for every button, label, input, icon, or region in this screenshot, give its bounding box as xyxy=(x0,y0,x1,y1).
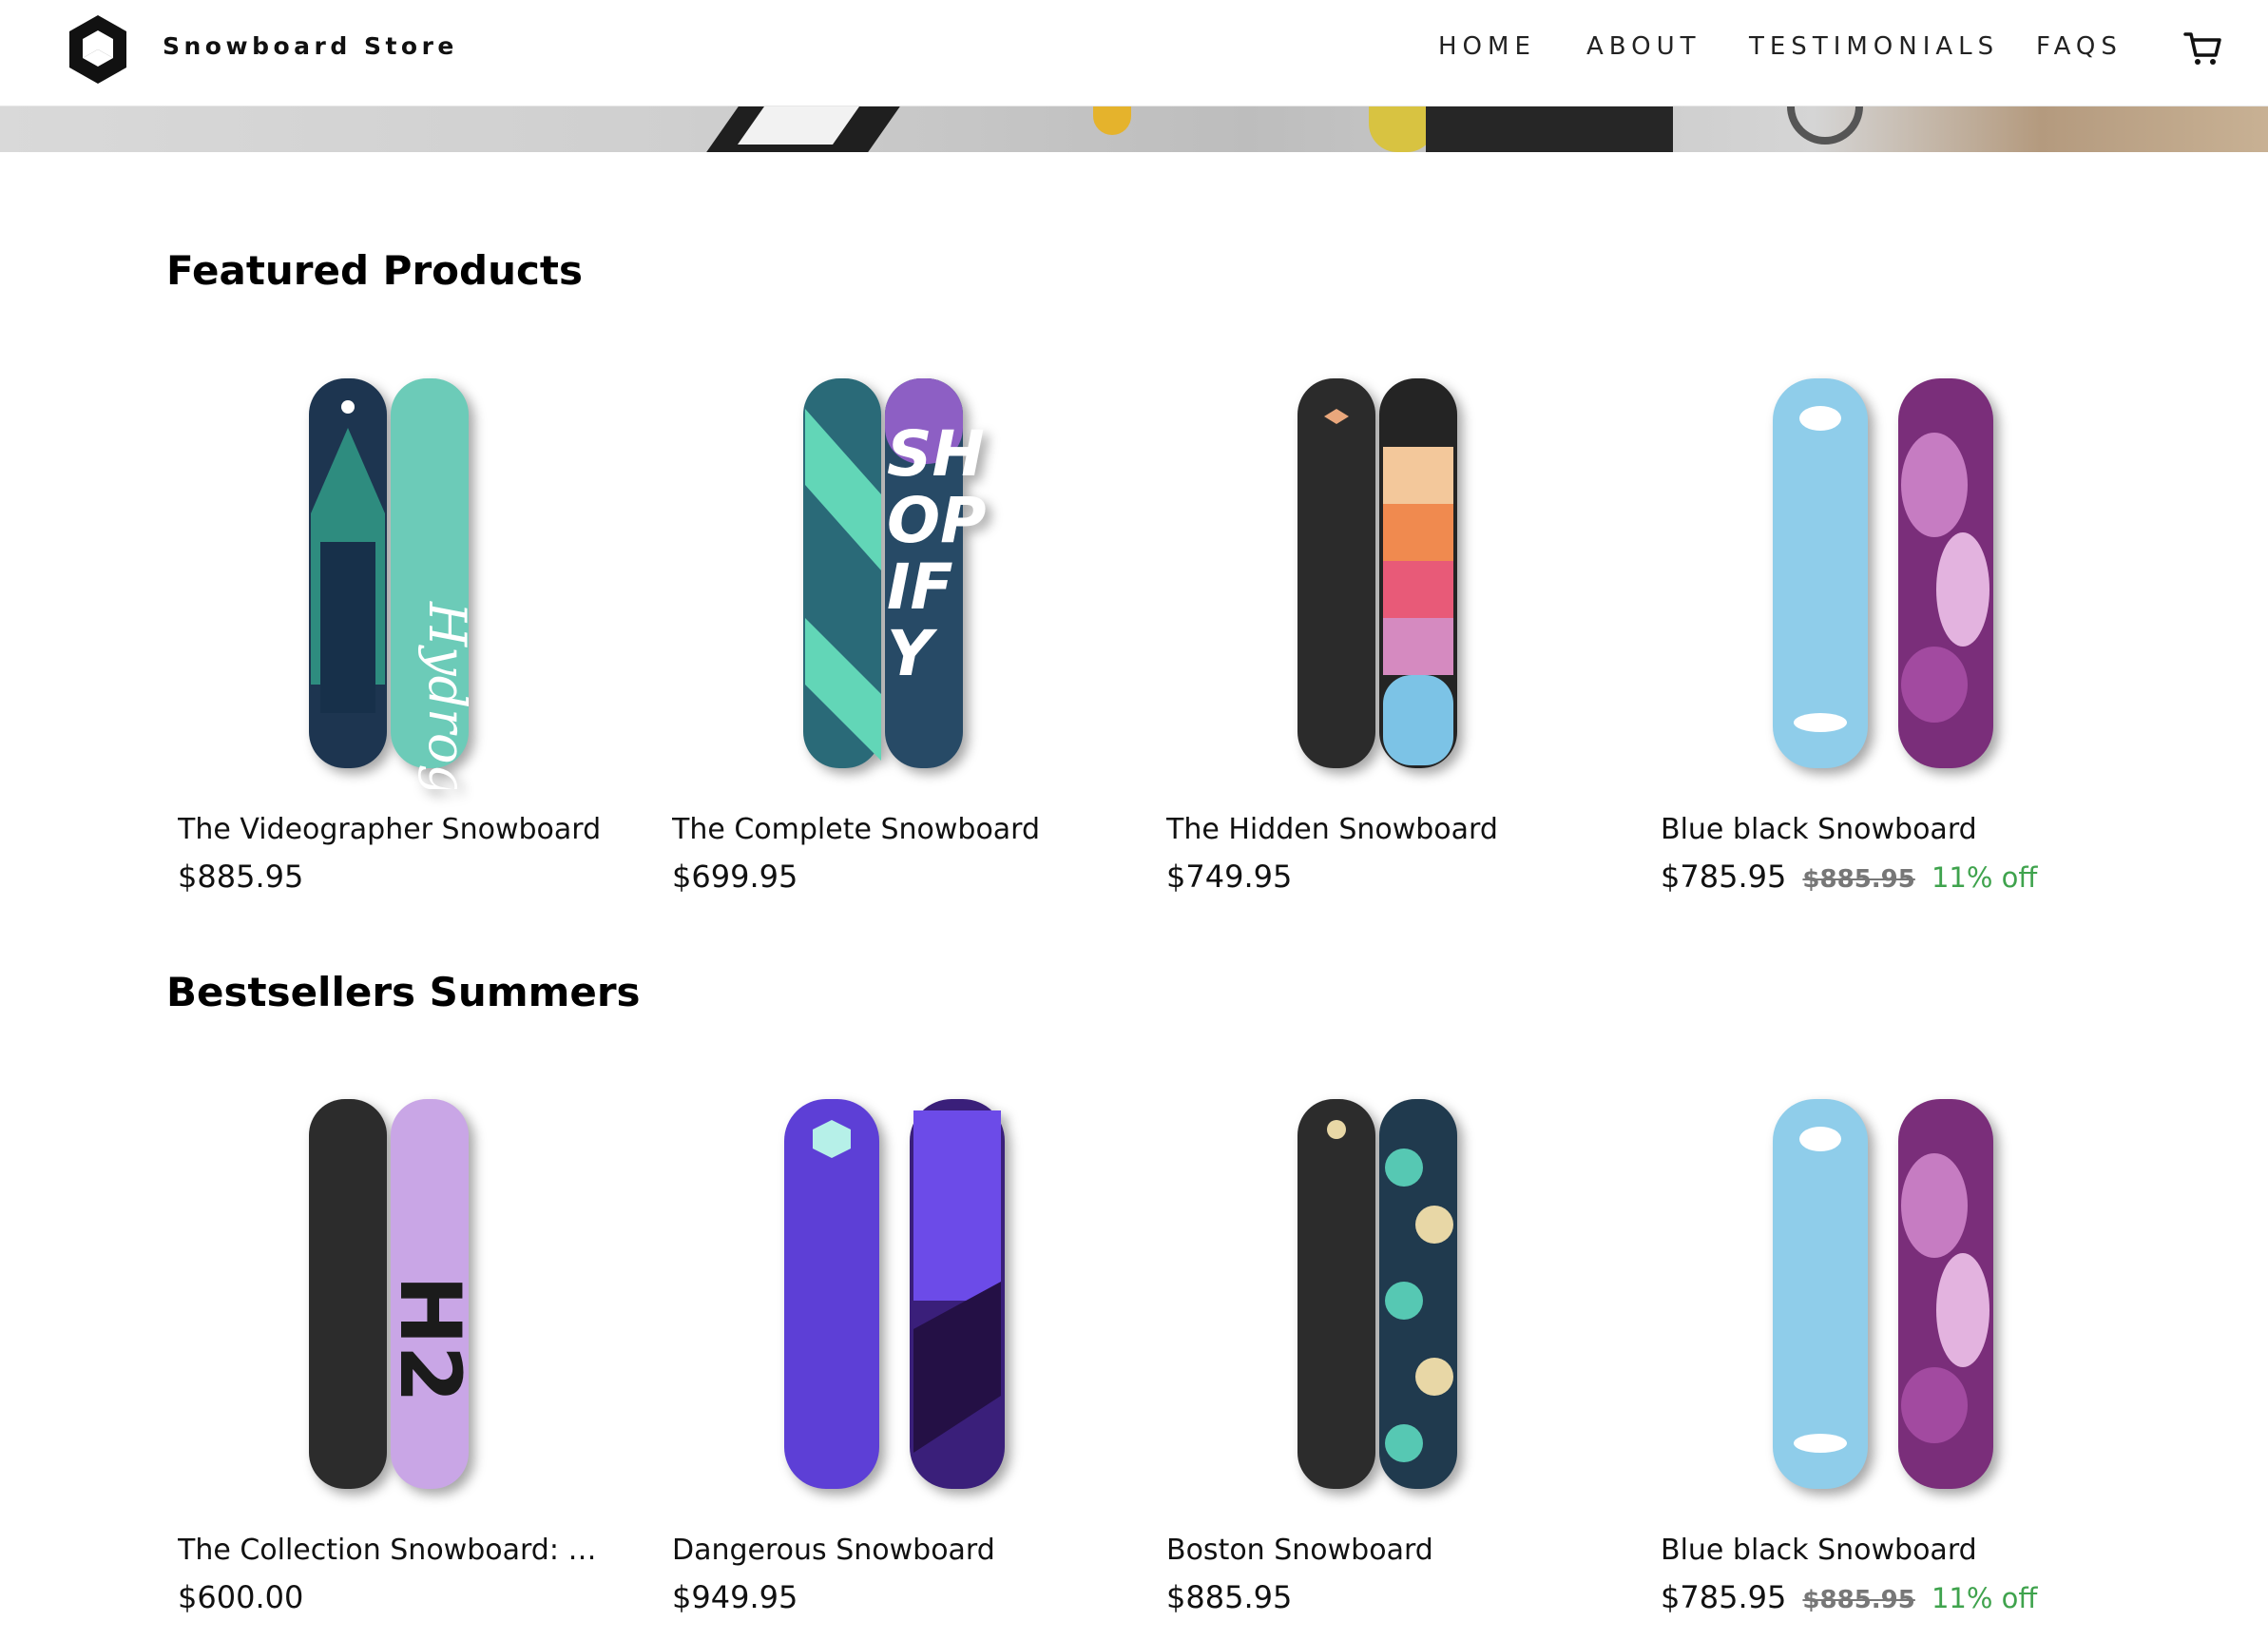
product-image[interactable]: H2 xyxy=(166,1091,613,1510)
product-price: $885.95 xyxy=(1166,1579,1293,1615)
price-row: $785.95 $885.95 11% off xyxy=(1661,859,2037,895)
product-image[interactable] xyxy=(1649,371,2096,789)
svg-text:SH: SH xyxy=(887,417,985,491)
section-title-bestsellers: Bestsellers Summers xyxy=(166,969,641,1015)
nav-testimonials[interactable]: TESTIMONIALS xyxy=(1749,32,1999,61)
nav-faqs[interactable]: FAQS xyxy=(2036,32,2123,61)
product-name[interactable]: The Videographer Snowboard xyxy=(178,813,615,846)
product-price: $749.95 xyxy=(1166,859,1293,895)
product-image[interactable] xyxy=(1155,1091,1602,1510)
nav-about[interactable]: ABOUT xyxy=(1586,32,1701,61)
product-name[interactable]: The Collection Snowboard: Hy... xyxy=(178,1534,615,1567)
product-name[interactable]: Dangerous Snowboard xyxy=(672,1534,1109,1567)
product-price: $785.95 xyxy=(1661,859,1787,895)
product-price: $949.95 xyxy=(672,1579,798,1615)
svg-text:Hydrogen: Hydrogen xyxy=(417,601,477,789)
discount-badge: 11% off xyxy=(1931,861,2038,894)
svg-text:OP: OP xyxy=(887,484,986,557)
product-name[interactable]: Boston Snowboard xyxy=(1166,1534,1604,1567)
svg-text:IF: IF xyxy=(887,550,953,624)
product-price: $699.95 xyxy=(672,859,798,895)
price-row: $785.95 $885.95 11% off xyxy=(1661,1579,2037,1615)
product-image[interactable] xyxy=(1649,1091,2096,1510)
price-row: $749.95 xyxy=(1166,859,1292,895)
price-row: $949.95 xyxy=(672,1579,798,1615)
product-name[interactable]: The Hidden Snowboard xyxy=(1166,813,1604,846)
product-price: $785.95 xyxy=(1661,1579,1787,1615)
svg-text:Y: Y xyxy=(887,617,938,690)
price-row: $885.95 xyxy=(1166,1579,1292,1615)
main-nav: HOME ABOUT TESTIMONIALS FAQS xyxy=(0,32,2268,70)
site-header: Snowboard Store HOME ABOUT TESTIMONIALS … xyxy=(0,0,2268,106)
price-row: $885.95 xyxy=(178,859,303,895)
svg-text:H2: H2 xyxy=(381,1275,479,1403)
product-image[interactable] xyxy=(661,1091,1107,1510)
compare-at-price: $885.95 xyxy=(1802,865,1915,894)
product-name[interactable]: Blue black Snowboard xyxy=(1661,813,2098,846)
price-row: $699.95 xyxy=(672,859,798,895)
product-image[interactable]: SH OP IF Y xyxy=(661,371,1107,789)
discount-badge: 11% off xyxy=(1931,1582,2038,1614)
product-image[interactable]: Hydrogen xyxy=(166,371,613,789)
nav-home[interactable]: HOME xyxy=(1438,32,1536,61)
cart-icon[interactable] xyxy=(2183,30,2221,67)
compare-at-price: $885.95 xyxy=(1802,1586,1915,1614)
price-row: $600.00 xyxy=(178,1579,303,1615)
product-name[interactable]: Blue black Snowboard xyxy=(1661,1534,2098,1567)
product-name[interactable]: The Complete Snowboard xyxy=(672,813,1109,846)
hero-banner-image xyxy=(0,106,2268,152)
product-image[interactable] xyxy=(1155,371,1602,789)
section-title-featured: Featured Products xyxy=(166,247,583,294)
product-price: $600.00 xyxy=(178,1579,304,1615)
product-price: $885.95 xyxy=(178,859,304,895)
